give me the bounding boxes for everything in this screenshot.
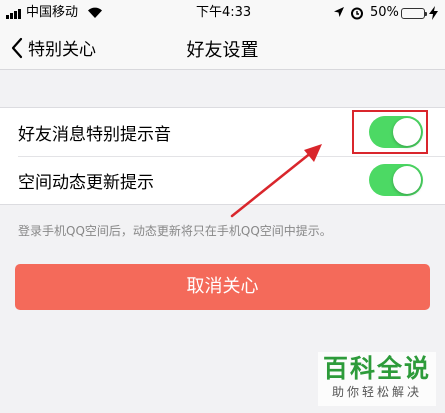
watermark-title: 百科全说: [322, 354, 431, 383]
watermark: 百科全说 助你轻松解决: [318, 352, 436, 406]
watermark-subtitle: 助你轻松解决: [331, 385, 422, 399]
unfollow-button[interactable]: 取消关心: [15, 264, 430, 310]
hint-text: 登录手机QQ空间后，动态更新将只在手机QQ空间中提示。: [18, 224, 332, 238]
